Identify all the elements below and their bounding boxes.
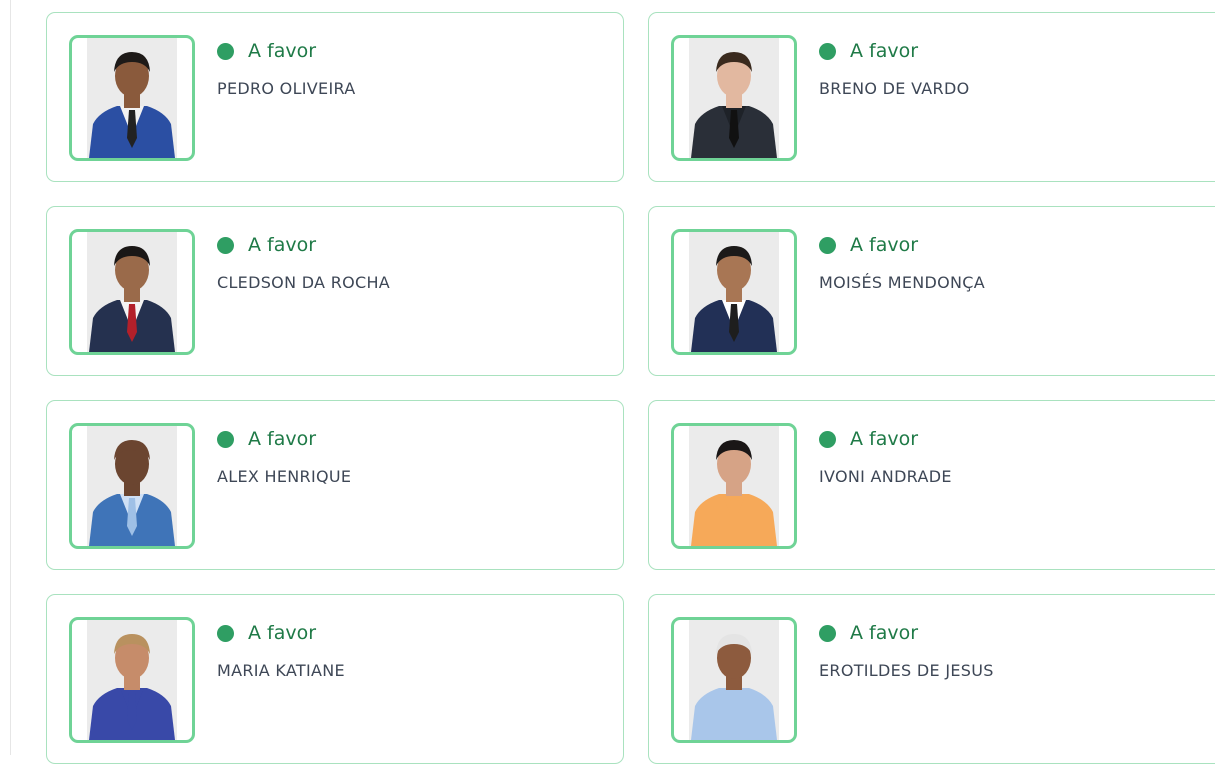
- vote-status-label: A favor: [850, 234, 919, 256]
- portrait-illustration: [87, 620, 177, 740]
- vote-status-label: A favor: [850, 428, 919, 450]
- status-dot-icon: [217, 624, 234, 642]
- councillor-name: BRENO DE VARDO: [819, 79, 970, 98]
- portrait-illustration: [689, 426, 779, 546]
- status-dot-icon: [819, 42, 836, 60]
- councillor-name: PEDRO OLIVEIRA: [217, 79, 356, 98]
- councillor-card[interactable]: A favor IVONI ANDRADE: [648, 400, 1215, 570]
- vote-status: A favor: [819, 39, 918, 63]
- vote-status: A favor: [819, 233, 918, 257]
- vote-status: A favor: [217, 39, 316, 63]
- councillor-photo-frame: [671, 35, 797, 161]
- councillor-photo-frame: [69, 617, 195, 743]
- councillor-name: CLEDSON DA ROCHA: [217, 273, 391, 292]
- councillor-card[interactable]: A favor CLEDSON DA ROCHA: [46, 206, 624, 376]
- portrait-illustration: [689, 620, 779, 740]
- status-dot-icon: [217, 430, 234, 448]
- vote-status-label: A favor: [248, 428, 317, 450]
- portrait-illustration: [87, 38, 177, 158]
- status-dot-icon: [819, 430, 836, 448]
- portrait-illustration: [87, 232, 177, 352]
- vote-status: A favor: [819, 621, 918, 645]
- vote-status-label: A favor: [248, 234, 317, 256]
- councillor-photo-frame: [69, 35, 195, 161]
- councillor-name: IVONI ANDRADE: [819, 467, 952, 486]
- vote-status: A favor: [819, 427, 918, 451]
- councillor-card[interactable]: A favor MARIA KATIANE: [46, 594, 624, 764]
- vote-status-label: A favor: [850, 622, 919, 644]
- councillor-photo: [689, 38, 779, 158]
- councillor-card[interactable]: A favor ALEX HENRIQUE: [46, 400, 624, 570]
- sidebar-divider: [10, 0, 11, 755]
- councillor-photo: [87, 620, 177, 740]
- vote-status-label: A favor: [248, 622, 317, 644]
- vote-status: A favor: [217, 621, 316, 645]
- status-dot-icon: [819, 624, 836, 642]
- portrait-illustration: [689, 38, 779, 158]
- councillor-photo: [87, 38, 177, 158]
- councillor-photo-frame: [671, 617, 797, 743]
- councillor-photo: [87, 232, 177, 352]
- councillor-photo-frame: [671, 423, 797, 549]
- vote-status-label: A favor: [850, 40, 919, 62]
- vote-status-label: A favor: [248, 40, 317, 62]
- councillor-photo-frame: [69, 423, 195, 549]
- councillor-card[interactable]: A favor MOISÉS MENDONÇA: [648, 206, 1215, 376]
- councillor-card[interactable]: A favor PEDRO OLIVEIRA: [46, 12, 624, 182]
- councillor-photo: [87, 426, 177, 546]
- status-dot-icon: [217, 236, 234, 254]
- vote-status: A favor: [217, 427, 316, 451]
- status-dot-icon: [819, 236, 836, 254]
- portrait-illustration: [689, 232, 779, 352]
- councillor-name: ALEX HENRIQUE: [217, 467, 352, 486]
- vote-status: A favor: [217, 233, 316, 257]
- councillor-card[interactable]: A favor BRENO DE VARDO: [648, 12, 1215, 182]
- councillor-photo: [689, 426, 779, 546]
- councillor-photo-frame: [69, 229, 195, 355]
- councillor-name: MARIA KATIANE: [217, 661, 345, 680]
- councillor-photo-frame: [671, 229, 797, 355]
- councillor-name: EROTILDES DE JESUS: [819, 661, 994, 680]
- councillor-card[interactable]: A favor EROTILDES DE JESUS: [648, 594, 1215, 764]
- portrait-illustration: [87, 426, 177, 546]
- councillor-photo: [689, 620, 779, 740]
- councillor-name: MOISÉS MENDONÇA: [819, 273, 986, 292]
- status-dot-icon: [217, 42, 234, 60]
- councillor-photo: [689, 232, 779, 352]
